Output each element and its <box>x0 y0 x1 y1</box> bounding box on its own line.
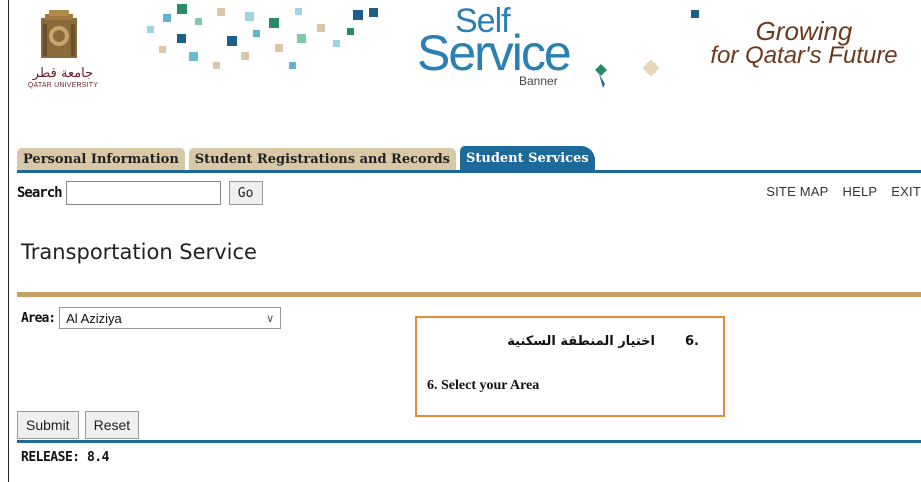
area-select[interactable]: Al Aziziya ∨ <box>59 307 282 329</box>
callout-arabic-text: اختيار المنطقة السكنية <box>507 334 655 349</box>
exit-link[interactable]: EXIT <box>891 184 921 199</box>
callout-english-text: 6. Select your Area <box>427 378 540 393</box>
help-link[interactable]: HELP <box>843 184 878 199</box>
submit-button[interactable]: Submit <box>17 411 79 439</box>
slogan: Growing for Qatar's Future <box>699 18 909 68</box>
page-frame: جامعة قطر QATAR UNIVERSITY Self Service … <box>8 0 921 482</box>
tab-divider <box>17 170 921 173</box>
area-label: Area: <box>21 310 56 326</box>
go-button[interactable]: Go <box>228 181 263 205</box>
title-divider <box>17 292 921 297</box>
area-field: Area: Al Aziziya ∨ <box>21 307 282 329</box>
header-banner: جامعة قطر QATAR UNIVERSITY Self Service … <box>9 0 921 118</box>
university-name-english: QATAR UNIVERSITY <box>27 82 99 89</box>
slogan-line1: Growing <box>755 16 853 46</box>
release-version: RELEASE: 8.4 <box>21 450 109 465</box>
tab-personal-information[interactable]: Personal Information <box>17 148 185 172</box>
area-selected-value: Al Aziziya <box>66 310 122 326</box>
footer-divider <box>17 440 921 443</box>
search-bar: Search Go <box>17 180 263 206</box>
page-title: Transportation Service <box>21 240 257 264</box>
qatar-university-logo[interactable]: جامعة قطر QATAR UNIVERSITY <box>19 10 101 95</box>
main-tabs: Personal Information Student Registratio… <box>17 146 599 172</box>
blue-square-icon <box>691 10 699 18</box>
slogan-line2: for Qatar's Future <box>710 42 898 69</box>
decorative-pattern-icon <box>147 4 378 69</box>
search-label: Search <box>17 185 63 201</box>
chevron-down-icon: ∨ <box>266 312 275 325</box>
search-input[interactable] <box>65 181 221 205</box>
callout-arabic: .6 اختيار المنطقة السكنية <box>507 334 699 349</box>
top-links: SITE MAP HELP EXIT <box>766 184 921 199</box>
callout-step-number: .6 <box>685 334 699 349</box>
logo-banner-text: Banner <box>519 74 558 88</box>
site-map-link[interactable]: SITE MAP <box>766 184 828 199</box>
tab-student-services[interactable]: Student Services <box>459 146 595 172</box>
instruction-callout: .6 اختيار المنطقة السكنية 6. Select your… <box>415 316 725 417</box>
form-buttons: Submit Reset <box>17 411 140 439</box>
reset-button[interactable]: Reset <box>84 411 140 439</box>
decorative-star-icon <box>595 59 660 88</box>
university-emblem-icon <box>41 10 77 58</box>
tab-student-registrations-records[interactable]: Student Registrations and Records <box>188 148 456 172</box>
self-service-banner-logo[interactable]: Self Service Banner <box>417 2 587 92</box>
university-name-arabic: جامعة قطر <box>32 66 94 81</box>
